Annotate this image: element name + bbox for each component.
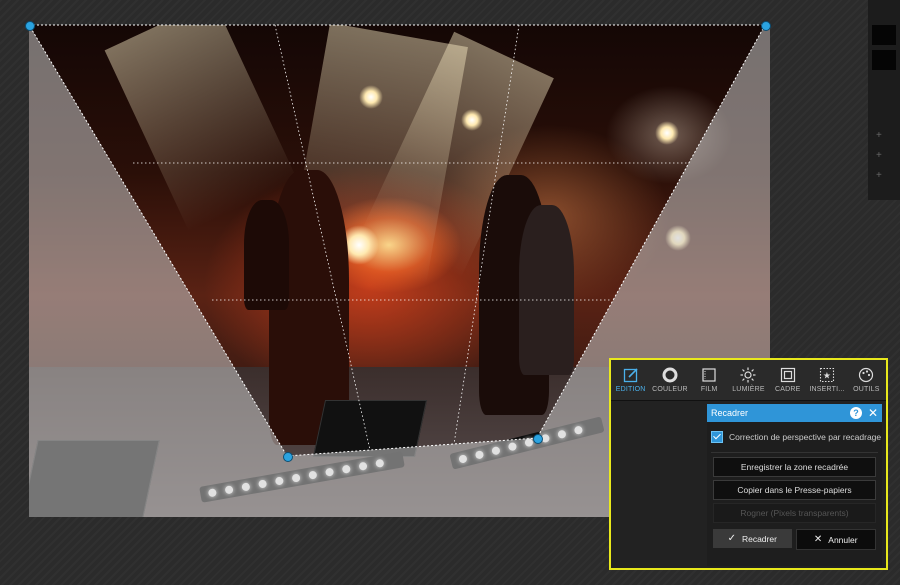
crop-dialog-titlebar: Recadrer ? ✕	[707, 404, 882, 422]
tab-lumiere[interactable]: LUMIÈRE	[729, 360, 768, 400]
perspective-correction-option[interactable]: Correction de perspective par recadrage	[707, 426, 882, 448]
tab-label: FILM	[700, 386, 718, 393]
tab-outils[interactable]: OUTILS	[847, 360, 886, 400]
side-thumbnail[interactable]	[872, 25, 896, 45]
save-crop-zone-button[interactable]: Enregistrer la zone recadrée	[713, 457, 876, 477]
crop-handle-top-left[interactable]	[25, 21, 35, 31]
cancel-button-label: Annuler	[828, 534, 858, 545]
close-icon[interactable]: ✕	[868, 407, 878, 419]
crop-button-label: Recadrer	[741, 533, 777, 544]
frame-icon	[780, 367, 795, 383]
tab-couleur[interactable]: COULEUR	[650, 360, 689, 400]
tab-film[interactable]: FILM	[690, 360, 729, 400]
crop-handle-bottom-right[interactable]	[533, 434, 543, 444]
crop-dialog-title: Recadrer	[711, 408, 749, 418]
add-icon[interactable]: +	[876, 170, 882, 181]
crop-handle-top-right[interactable]	[761, 21, 771, 31]
sun-icon	[740, 367, 756, 383]
perspective-checkbox[interactable]	[711, 431, 723, 443]
tab-label: EDITION	[615, 386, 646, 393]
crop-handle-bottom-left[interactable]	[283, 452, 293, 462]
tab-cadre[interactable]: CADRE	[768, 360, 807, 400]
crop-grid-line	[453, 24, 520, 445]
tab-label: COULEUR	[652, 386, 688, 393]
film-icon	[702, 368, 716, 382]
insert-star-icon: ★	[819, 367, 835, 383]
check-icon: ✓	[727, 533, 736, 544]
tab-label: CADRE	[775, 386, 801, 393]
crop-button[interactable]: ✓ Recadrer	[713, 529, 792, 548]
perspective-checkbox-label: Correction de perspective par recadrage	[729, 432, 882, 442]
tab-label: LUMIÈRE	[732, 386, 765, 393]
edit-icon	[623, 368, 638, 383]
color-circle-icon	[662, 367, 678, 383]
cancel-x-icon: ✕	[813, 534, 823, 545]
crop-dialog: Recadrer ? ✕ Correction de perspective p…	[707, 404, 882, 566]
tool-tabs: EDITION COULEUR FILM LUMIÈRE CADRE ★ INS…	[611, 360, 886, 401]
edit-panel: EDITION COULEUR FILM LUMIÈRE CADRE ★ INS…	[609, 358, 888, 570]
tab-label: INSERTI...	[809, 386, 845, 393]
help-icon[interactable]: ?	[849, 407, 862, 419]
tab-label: OUTILS	[853, 386, 880, 393]
tab-insertion[interactable]: ★ INSERTI...	[807, 360, 846, 400]
add-icon[interactable]: +	[876, 150, 882, 161]
dialog-actions: ✓ Recadrer ✕ Annuler	[713, 529, 876, 550]
cancel-button[interactable]: ✕ Annuler	[795, 529, 876, 550]
tab-edition[interactable]: EDITION	[611, 360, 650, 400]
crop-transparent-button: Rogner (Pixels transparents)	[713, 503, 876, 523]
copy-to-clipboard-button[interactable]: Copier dans le Presse-papiers	[713, 480, 876, 500]
crop-grid-line	[274, 24, 371, 451]
side-thumbnail[interactable]	[872, 50, 896, 70]
palette-icon	[859, 367, 874, 383]
divider	[711, 452, 878, 453]
svg-text:★: ★	[823, 371, 831, 381]
add-icon[interactable]: +	[876, 130, 882, 141]
